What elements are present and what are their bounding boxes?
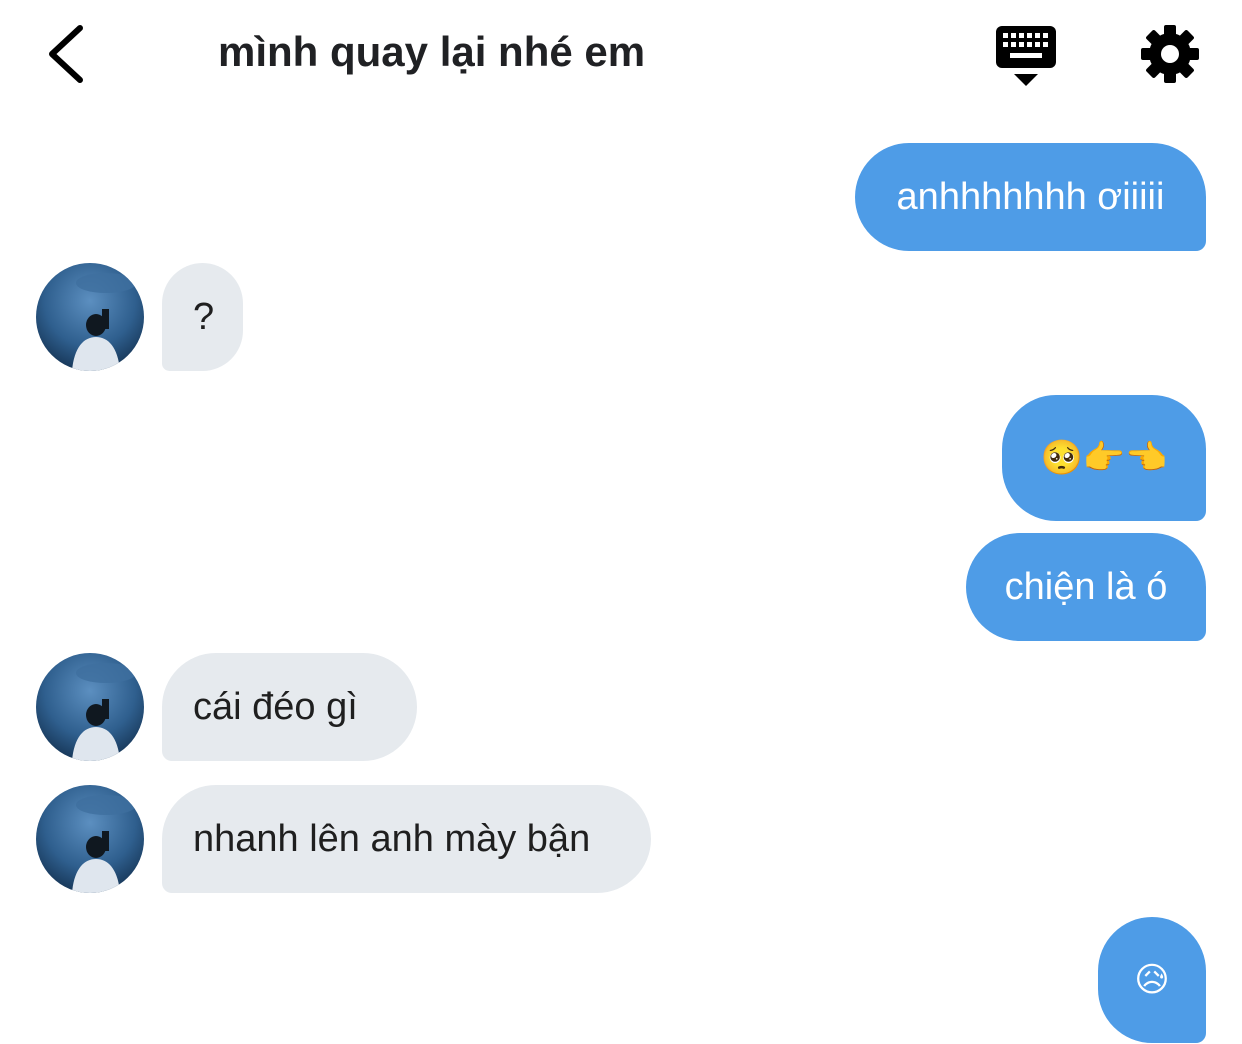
message-bubble-incoming[interactable]: cái đéo gì [162, 653, 417, 761]
gear-icon [1141, 25, 1199, 83]
message-text: ? [193, 296, 215, 338]
chat-screen: mình quay lại nhé em anhhhhhhh ơiiiii ? … [0, 0, 1242, 1044]
message-bubble-outgoing[interactable]: 🥺👉👈 [1002, 395, 1206, 521]
page-title: mình quay lại nhé em [218, 28, 646, 75]
avatar[interactable] [36, 785, 144, 893]
message-text: nhanh lên anh mày bận [193, 818, 591, 860]
message-bubble-incoming[interactable]: nhanh lên anh mày bận [162, 785, 651, 893]
message-text-emoji: 😥 [1134, 961, 1170, 999]
message-bubble-outgoing[interactable]: anhhhhhhh ơiiiii [855, 143, 1206, 251]
settings-button[interactable] [1138, 22, 1202, 86]
message-bubble-outgoing[interactable]: 😥 [1098, 917, 1206, 1043]
avatar-image [36, 263, 144, 371]
header-bar: mình quay lại nhé em [0, 0, 1242, 110]
message-text: chiện là ó [1004, 566, 1168, 608]
keyboard-button[interactable] [994, 24, 1058, 88]
keyboard-hide-icon [996, 26, 1056, 86]
avatar[interactable] [36, 653, 144, 761]
avatar-image [36, 653, 144, 761]
message-bubble-incoming[interactable]: ? [162, 263, 243, 371]
back-button[interactable] [40, 22, 96, 86]
message-text-emoji: 🥺👉👈 [1040, 439, 1168, 477]
message-bubble-outgoing[interactable]: chiện là ó [966, 533, 1206, 641]
message-text: cái đéo gì [193, 686, 358, 728]
avatar[interactable] [36, 263, 144, 371]
chevron-left-icon [49, 25, 83, 83]
avatar-image [36, 785, 144, 893]
message-text: anhhhhhhh ơiiiii [896, 176, 1165, 218]
